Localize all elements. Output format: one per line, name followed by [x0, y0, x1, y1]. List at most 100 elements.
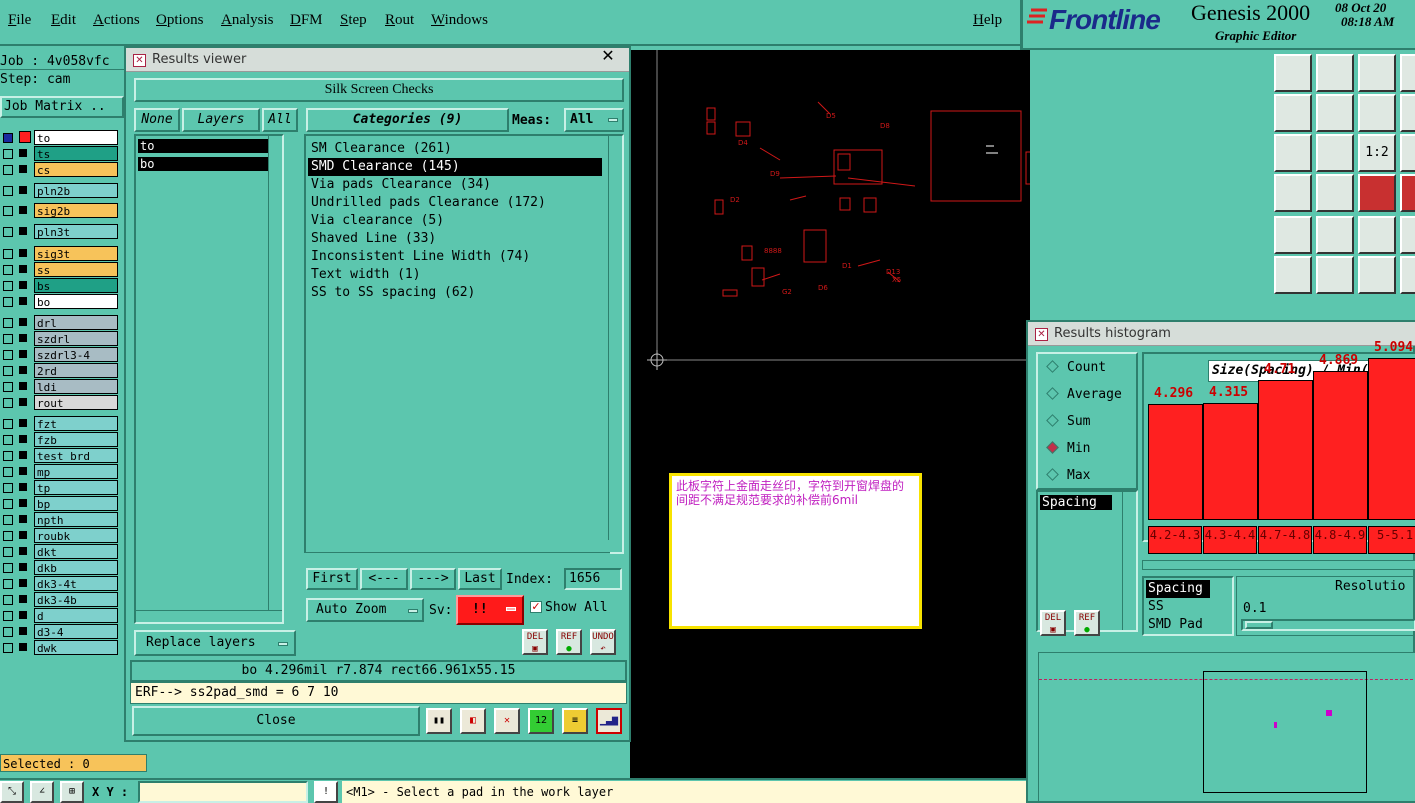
layer-affected-checkbox[interactable]	[3, 366, 13, 376]
menu-step[interactable]: Step	[340, 12, 367, 29]
layer-display-swatch[interactable]	[19, 186, 27, 194]
layer-display-swatch[interactable]	[19, 451, 27, 459]
layer-affected-checkbox[interactable]	[3, 643, 13, 653]
layer-affected-checkbox[interactable]	[3, 451, 13, 461]
layer-row-tp[interactable]: tp	[0, 480, 118, 495]
category-list[interactable]: SM Clearance (261) SMD Clearance (145) Via…	[304, 134, 624, 554]
histogram-titlebar[interactable]: ✕ Results histogram	[1028, 322, 1415, 346]
layer-display-swatch[interactable]	[19, 131, 31, 143]
ruler-icon[interactable]	[1358, 216, 1396, 254]
layer-affected-checkbox[interactable]	[3, 595, 13, 605]
mode-radio-max[interactable]: Max	[1046, 468, 1090, 483]
move-up-icon[interactable]	[1274, 54, 1312, 92]
select-feature-icon[interactable]	[1274, 216, 1312, 254]
layer-row-dk3-4b[interactable]: dk3-4b	[0, 592, 118, 607]
layer-affected-checkbox[interactable]	[3, 265, 13, 275]
layer-row-ss[interactable]: ss	[0, 262, 118, 277]
category-item[interactable]: Text width (1)	[308, 266, 602, 284]
layer-display-swatch[interactable]	[19, 318, 27, 326]
layers-button[interactable]: Layers	[182, 108, 260, 132]
layer-list-hscrollbar[interactable]	[136, 610, 282, 622]
menu-actions[interactable]: Actions	[93, 12, 140, 29]
cross-icon[interactable]	[1316, 256, 1354, 294]
angle-icon[interactable]: ∠	[30, 781, 54, 803]
undo-button[interactable]: UNDO ↶	[590, 629, 616, 655]
layer-display-swatch[interactable]	[19, 281, 27, 289]
categories-button[interactable]: Categories (9)	[306, 108, 509, 132]
layer-affected-checkbox[interactable]	[3, 627, 13, 637]
layer-row-d3-4[interactable]: d3-4	[0, 624, 118, 639]
layer-row-bo[interactable]: bo	[0, 294, 118, 309]
one-to-two-icon[interactable]: 1:2	[1358, 134, 1396, 172]
layer-results-list[interactable]: to bo	[134, 134, 284, 624]
layer-display-swatch[interactable]	[19, 350, 27, 358]
previous-button[interactable]: <---	[360, 568, 408, 590]
layer-display-swatch[interactable]	[19, 547, 27, 555]
layer-affected-checkbox[interactable]	[3, 547, 13, 557]
zoom-fit-icon[interactable]	[1274, 134, 1312, 172]
type-list-item[interactable]: Spacing	[1146, 580, 1210, 598]
category-item[interactable]: SM Clearance (261)	[308, 140, 602, 158]
snap-icon[interactable]	[1274, 174, 1312, 212]
layer-row-rout[interactable]: rout	[0, 395, 118, 410]
layer-display-swatch[interactable]	[19, 334, 27, 342]
layer-display-swatch[interactable]	[19, 435, 27, 443]
severity-dropdown[interactable]: !!	[456, 595, 524, 625]
bar-graph-icon[interactable]: ▮▮	[426, 708, 452, 734]
measure-list-item[interactable]: Spacing	[1040, 495, 1112, 510]
layer-affected-checkbox[interactable]	[3, 531, 13, 541]
layer-affected-checkbox[interactable]	[3, 227, 13, 237]
layer-row-szdrl[interactable]: szdrl	[0, 331, 118, 346]
mode-radio-min[interactable]: Min	[1046, 441, 1090, 456]
swap-icon[interactable]	[1358, 94, 1396, 132]
layer-affected-checkbox[interactable]	[3, 186, 13, 196]
category-item[interactable]: Inconsistent Line Width (74)	[308, 248, 602, 266]
layer-row-pln2b[interactable]: pln2b	[0, 183, 118, 198]
index-input[interactable]: 1656	[564, 568, 622, 590]
layer-affected-checkbox[interactable]	[3, 206, 13, 216]
layer-row-pln3t[interactable]: pln3t	[0, 224, 118, 239]
category-item[interactable]: Via pads Clearance (34)	[308, 176, 602, 194]
histogram-icon[interactable]: ▁▃▆	[596, 708, 622, 734]
layer-row-dwk[interactable]: dwk	[0, 640, 118, 655]
layer-display-swatch[interactable]	[19, 611, 27, 619]
auto-zoom-dropdown[interactable]: Auto Zoom	[306, 598, 424, 622]
layer-row-dkt[interactable]: dkt	[0, 544, 118, 559]
layer-affected-checkbox[interactable]	[3, 483, 13, 493]
category-item[interactable]: Shaved Line (33)	[308, 230, 602, 248]
mode-radio-sum[interactable]: Sum	[1046, 414, 1090, 429]
category-item[interactable]: SS to SS spacing (62)	[308, 284, 602, 302]
menu-windows[interactable]: Windows	[431, 12, 488, 29]
layer-display-swatch[interactable]	[19, 265, 27, 273]
layer-affected-checkbox[interactable]	[3, 435, 13, 445]
layer-display-swatch[interactable]	[19, 297, 27, 305]
grid-icon[interactable]	[1316, 174, 1354, 212]
home-icon[interactable]	[1358, 54, 1396, 92]
line-icon[interactable]	[1400, 256, 1415, 294]
layer-display-swatch[interactable]	[19, 419, 27, 427]
result-layer-item[interactable]: to	[138, 139, 276, 153]
menu-edit[interactable]: Edit	[51, 12, 76, 29]
replace-layers-dropdown[interactable]: Replace layers	[134, 630, 296, 656]
grid-snap-icon[interactable]: ⊞	[60, 781, 84, 803]
ref-button[interactable]: REF ●	[556, 629, 582, 655]
layer-display-swatch[interactable]	[19, 515, 27, 523]
type-list[interactable]: Spacing SS SMD Pad	[1142, 576, 1234, 636]
layer-row-ldi[interactable]: ldi	[0, 379, 118, 394]
layer-affected-checkbox[interactable]	[3, 611, 13, 621]
layer-row-sig2b[interactable]: sig2b	[0, 203, 118, 218]
distance-icon[interactable]	[1358, 256, 1396, 294]
resolution-slider-thumb[interactable]	[1245, 621, 1273, 629]
next-page-icon[interactable]	[1400, 94, 1415, 132]
mode-radio-average[interactable]: Average	[1046, 387, 1122, 402]
layer-affected-checkbox[interactable]	[3, 515, 13, 525]
menu-dfm[interactable]: DFM	[290, 12, 323, 29]
xy-input[interactable]	[138, 781, 308, 803]
hist-ref-button[interactable]: REF ●	[1074, 610, 1100, 636]
layer-affected-checkbox[interactable]	[3, 297, 13, 307]
connect-icon[interactable]	[1274, 256, 1312, 294]
layer-row-bs[interactable]: bs	[0, 278, 118, 293]
graphics-canvas[interactable]: D5D8D4 D9D2D1 D13D6G2 8888X1X5	[630, 50, 1030, 800]
category-item[interactable]: Undrilled pads Clearance (172)	[308, 194, 602, 212]
layer-row-fzt[interactable]: fzt	[0, 416, 118, 431]
